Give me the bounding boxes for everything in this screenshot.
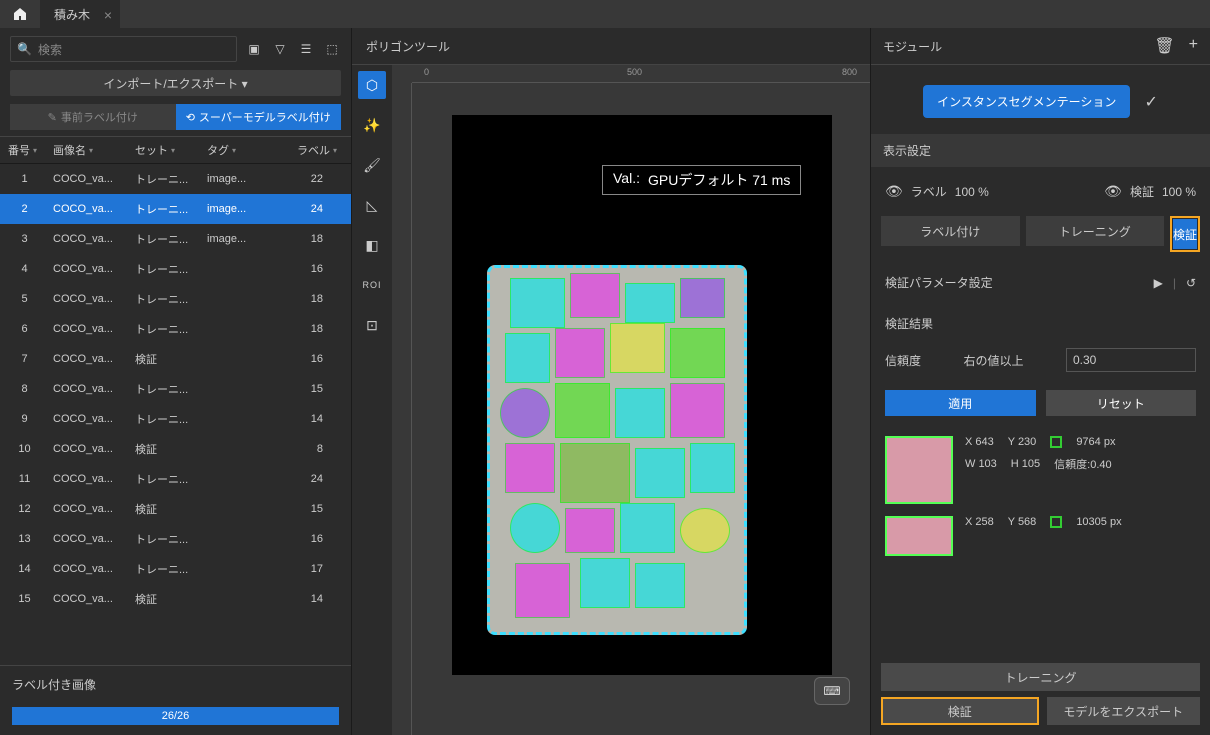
polygon-tool[interactable]: ⬡ bbox=[358, 71, 386, 99]
keyboard-icon[interactable]: ⌨ bbox=[814, 677, 850, 705]
table-row[interactable]: 7COCO_va...検証16 bbox=[0, 344, 351, 374]
result-item[interactable]: X 643Y 2309764 px W 103H 105信頼度:0.40 bbox=[885, 430, 1196, 510]
search-input[interactable]: 🔍 検索 bbox=[10, 36, 237, 62]
export-button[interactable]: モデルをエクスポート bbox=[1047, 697, 1201, 725]
table-row[interactable]: 5COCO_va...トレーニ...18 bbox=[0, 284, 351, 314]
validation-label: Val.:GPUデフォルト 71 ms bbox=[602, 165, 801, 195]
center-title: ポリゴンツール bbox=[352, 28, 870, 65]
table-row[interactable]: 12COCO_va...検証15 bbox=[0, 494, 351, 524]
table-row[interactable]: 11COCO_va...トレーニ...24 bbox=[0, 464, 351, 494]
table-row[interactable]: 10COCO_va...検証8 bbox=[0, 434, 351, 464]
table-row[interactable]: 4COCO_va...トレーニ...16 bbox=[0, 254, 351, 284]
close-icon[interactable]: × bbox=[104, 7, 112, 23]
ruler-horizontal: 0 500 800 bbox=[412, 65, 870, 83]
play-icon[interactable]: ▶ bbox=[1154, 276, 1163, 290]
tab-training[interactable]: トレーニング bbox=[1026, 216, 1165, 246]
col-num[interactable]: 番号▾ bbox=[2, 142, 47, 158]
crop-tool[interactable]: ⊡ bbox=[358, 311, 386, 339]
tab-project[interactable]: 積み木 × bbox=[40, 0, 120, 28]
select-tool[interactable]: ◺ bbox=[358, 191, 386, 219]
table-row[interactable]: 6COCO_va...トレーニ...18 bbox=[0, 314, 351, 344]
list-icon[interactable]: ☰ bbox=[297, 40, 315, 58]
col-img[interactable]: 画像名▾ bbox=[47, 142, 129, 158]
table-row[interactable]: 1COCO_va...トレーニ...image...22 bbox=[0, 164, 351, 194]
superlabel-button[interactable]: ⟲ スーパーモデルラベル付け bbox=[176, 104, 342, 130]
trash-icon[interactable]: 🗑 bbox=[1154, 36, 1174, 56]
eye-icon[interactable]: 👁 bbox=[885, 183, 903, 200]
table-row[interactable]: 14COCO_va...トレーニ...17 bbox=[0, 554, 351, 584]
table-row[interactable]: 2COCO_va...トレーニ...image...24 bbox=[0, 194, 351, 224]
training-button[interactable]: トレーニング bbox=[881, 663, 1200, 691]
canvas[interactable]: 0 500 800 bbox=[392, 65, 870, 735]
result-thumb bbox=[885, 516, 953, 556]
plus-icon[interactable]: + bbox=[1189, 36, 1198, 56]
apply-button[interactable]: 適用 bbox=[885, 390, 1036, 416]
search-placeholder: 検索 bbox=[38, 41, 62, 58]
view-image-icon[interactable]: ▣ bbox=[245, 40, 263, 58]
home-button[interactable] bbox=[0, 0, 40, 28]
col-set[interactable]: セット▾ bbox=[129, 142, 201, 158]
param-title: 検証パラメータ設定 bbox=[885, 274, 993, 291]
progress-bar: 26/26 bbox=[12, 707, 339, 725]
search-icon: 🔍 bbox=[17, 42, 32, 56]
table-row[interactable]: 8COCO_va...トレーニ...15 bbox=[0, 374, 351, 404]
table-header: 番号▾ 画像名▾ セット▾ タグ▾ ラベル▾ bbox=[0, 136, 351, 164]
verify-button[interactable]: 検証 bbox=[881, 697, 1039, 725]
table-row[interactable]: 3COCO_va...トレーニ...image...18 bbox=[0, 224, 351, 254]
result-thumb bbox=[885, 436, 953, 504]
image-view bbox=[452, 115, 832, 675]
results-title: 検証結果 bbox=[871, 301, 1210, 338]
table-row[interactable]: 9COCO_va...トレーニ...14 bbox=[0, 404, 351, 434]
import-export-button[interactable]: インポート/エクスポート ▾ bbox=[10, 70, 341, 96]
module-chip[interactable]: インスタンスセグメンテーション bbox=[923, 85, 1130, 118]
filter-icon[interactable]: ▽ bbox=[271, 40, 289, 58]
eraser-tool[interactable]: ◧ bbox=[358, 231, 386, 259]
folder-icon[interactable]: ⬚ bbox=[323, 40, 341, 58]
brush-tool[interactable]: 🖌 bbox=[358, 151, 386, 179]
col-tag[interactable]: タグ▾ bbox=[201, 142, 273, 158]
tab-labeling[interactable]: ラベル付け bbox=[881, 216, 1020, 246]
table-row[interactable]: 15COCO_va...検証14 bbox=[0, 584, 351, 614]
tab-label: 積み木 bbox=[54, 6, 90, 23]
history-icon[interactable]: ↺ bbox=[1186, 276, 1196, 290]
right-title: モジュール bbox=[883, 38, 942, 55]
ruler-vertical bbox=[392, 83, 412, 735]
result-item[interactable]: X 258Y 56810305 px bbox=[885, 510, 1196, 562]
confidence-input[interactable]: ▲▼ bbox=[1066, 348, 1196, 372]
wand-tool[interactable]: ✨ bbox=[358, 111, 386, 139]
reset-button[interactable]: リセット bbox=[1046, 390, 1197, 416]
display-settings-title: 表示設定 bbox=[871, 134, 1210, 167]
tab-verify[interactable]: 検証 bbox=[1173, 219, 1197, 249]
prelabel-button[interactable]: ✎ 事前ラベル付け bbox=[10, 104, 176, 130]
checkbox[interactable] bbox=[1050, 516, 1062, 528]
labeled-images-title: ラベル付き画像 bbox=[0, 665, 351, 703]
col-lbl[interactable]: ラベル▾ bbox=[273, 142, 343, 158]
table-row[interactable]: 13COCO_va...トレーニ...16 bbox=[0, 524, 351, 554]
eye-icon[interactable]: 👁 bbox=[1104, 183, 1122, 200]
roi-tool[interactable]: ROI bbox=[358, 271, 386, 299]
checkbox[interactable] bbox=[1050, 436, 1062, 448]
check-icon[interactable]: ✓ bbox=[1144, 92, 1157, 112]
